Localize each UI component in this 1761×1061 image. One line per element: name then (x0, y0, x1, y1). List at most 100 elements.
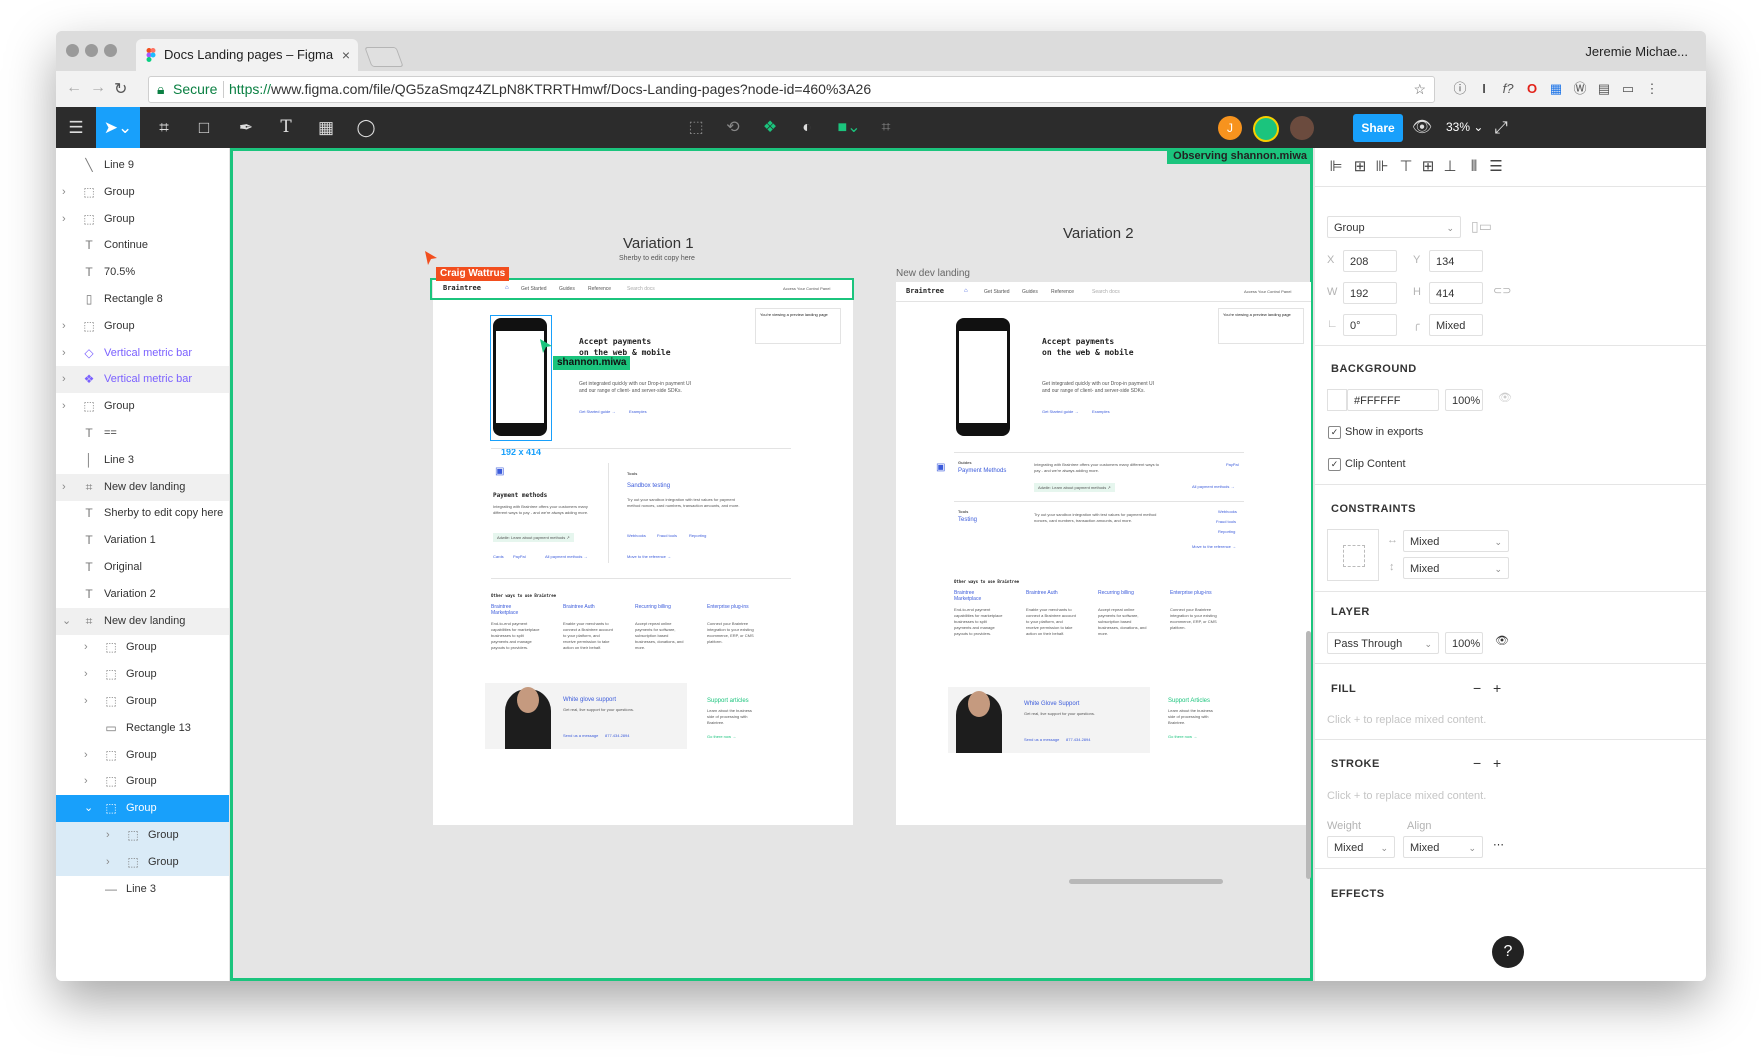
chevron-right-icon[interactable]: › (62, 474, 72, 501)
chevron-right-icon[interactable]: › (106, 822, 116, 849)
vertical-constraint-select[interactable]: Mixed ⌄ (1403, 557, 1509, 579)
chevron-right-icon[interactable]: › (84, 742, 94, 769)
width-field[interactable]: 192 (1343, 282, 1397, 304)
layer-row[interactable]: T Variation 1 (56, 527, 229, 554)
layer-row[interactable]: T == (56, 420, 229, 447)
show-exports-checkbox[interactable]: ✓ (1328, 426, 1341, 439)
layer-row[interactable]: › ⬚ Group (56, 179, 229, 206)
constraints-widget[interactable] (1327, 529, 1379, 581)
remove-stroke-icon[interactable]: − (1473, 755, 1481, 771)
layer-row[interactable]: › ⬚ Group (56, 768, 229, 795)
component-icon[interactable]: ❖ (755, 107, 785, 148)
function-extension-icon[interactable]: f? (1500, 81, 1516, 97)
layer-row[interactable]: T Continue (56, 232, 229, 259)
chevron-right-icon[interactable]: › (106, 849, 116, 876)
align-center-h-icon[interactable]: ⊞ (1351, 158, 1369, 176)
align-bottom-icon[interactable]: ⊥ (1441, 158, 1459, 176)
layer-row[interactable]: T Variation 2 (56, 581, 229, 608)
align-center-v-icon[interactable]: ⊞ (1419, 158, 1437, 176)
layer-row[interactable]: › ⬚ Group (56, 661, 229, 688)
mask-icon[interactable]: ⟲ (718, 107, 748, 148)
layer-row[interactable]: › ⬚ Group (56, 313, 229, 340)
distribute-v-icon[interactable]: ☰ (1487, 158, 1505, 176)
new-tab-button[interactable] (364, 47, 404, 67)
chevron-right-icon[interactable]: › (62, 179, 72, 206)
clip-content-checkbox[interactable]: ✓ (1328, 458, 1341, 471)
variation1-frame[interactable]: Braintree ⌂ Get Started Guides Reference… (430, 278, 854, 825)
rotation-field[interactable]: 0° (1343, 314, 1397, 336)
chevron-right-icon[interactable]: › (62, 206, 72, 233)
align-right-icon[interactable]: ⊪ (1373, 158, 1391, 176)
profile-name[interactable]: Jeremie Michae... (1585, 44, 1688, 59)
layer-row[interactable]: › ⬚ Group (56, 742, 229, 769)
add-fill-icon[interactable]: + (1493, 680, 1501, 696)
help-button[interactable]: ? (1492, 936, 1524, 968)
stroke-weight-select[interactable]: Mixed ⌄ (1327, 836, 1395, 858)
chevron-right-icon[interactable]: › (62, 393, 72, 420)
main-menu-icon[interactable]: ☰ (56, 107, 96, 148)
group-selection-icon[interactable]: ⬚ (681, 107, 711, 148)
fio-extension-icon[interactable]: ▤ (1596, 81, 1612, 97)
contrast-icon[interactable]: ◐ (792, 107, 822, 148)
canvas[interactable]: Observing shannon.miwa Variation 1 Sherb… (230, 148, 1313, 981)
layer-row[interactable]: — Line 3 (56, 876, 229, 903)
zoom-dropdown[interactable]: 33% ⌄ (1446, 107, 1483, 148)
crop-icon[interactable]: ⌗ (871, 107, 901, 148)
stroke-align-select[interactable]: Mixed ⌄ (1403, 836, 1483, 858)
layer-row[interactable]: › ❖ Vertical metric bar (56, 366, 229, 394)
chevron-right-icon[interactable]: › (84, 768, 94, 795)
stroke-more-icon[interactable]: ⋯ (1493, 838, 1504, 851)
layer-row[interactable]: ▯ Rectangle 8 (56, 286, 229, 313)
fullscreen-icon[interactable]: ⤢ (1481, 107, 1521, 148)
constrain-proportions-icon[interactable]: ⊂⊃ (1493, 284, 1511, 297)
layer-row[interactable]: › ◇ Vertical metric bar (56, 340, 229, 367)
chevron-right-icon[interactable]: › (84, 688, 94, 715)
distribute-h-icon[interactable]: ⫴ (1465, 158, 1483, 176)
observed-avatar[interactable] (1253, 116, 1279, 142)
avatar[interactable]: J (1218, 116, 1242, 140)
layer-row[interactable]: T Original (56, 554, 229, 581)
bg-opacity-field[interactable]: 100% (1445, 389, 1483, 411)
horizontal-constraint-select[interactable]: Mixed ⌄ (1403, 530, 1509, 552)
align-top-icon[interactable]: ⊤ (1397, 158, 1415, 176)
chevron-right-icon[interactable]: › (62, 313, 72, 340)
layer-row[interactable]: › ⬚ Group (56, 848, 229, 876)
variation2-frame[interactable]: Braintree ⌂ Get Started Guides Reference… (896, 282, 1311, 825)
user-avatar[interactable] (1290, 116, 1314, 140)
layer-row[interactable]: › ⬚ Group (56, 634, 229, 661)
layer-row[interactable]: › ⌗ New dev landing (56, 473, 229, 501)
info-extension-icon[interactable]: ⓘ (1452, 81, 1468, 97)
chat-extension-icon[interactable]: ▭ (1620, 81, 1636, 97)
layer-row[interactable]: ╲ Line 9 (56, 152, 229, 179)
chevron-right-icon[interactable]: › (84, 634, 94, 661)
blend-mode-select[interactable]: Pass Through ⌄ (1327, 632, 1439, 654)
bg-color-field[interactable]: #FFFFFF (1347, 389, 1439, 411)
cursor-extension-icon[interactable]: I (1476, 81, 1492, 97)
comment-tool-icon[interactable]: ◯ (346, 107, 386, 148)
chevron-down-icon[interactable]: ⌄ (62, 608, 72, 635)
chevron-right-icon[interactable]: › (62, 366, 72, 393)
reload-icon[interactable]: ↻ (114, 79, 127, 99)
close-window-button[interactable] (66, 44, 79, 57)
layer-row[interactable]: › ⬚ Group (56, 822, 229, 849)
chevron-right-icon[interactable]: › (62, 340, 72, 367)
layer-visibility-eye-icon[interactable]: 👁︎ (1495, 634, 1509, 647)
url-field[interactable]: 🔒︎ Secure https://www.figma.com/file/QG5… (148, 76, 1435, 103)
share-button[interactable]: Share (1353, 114, 1403, 142)
horizontal-scrollbar[interactable] (1069, 879, 1223, 884)
preview-eye-icon[interactable]: 👁︎ (1402, 107, 1442, 148)
layer-row[interactable]: │ Line 3 (56, 447, 229, 474)
layer-row[interactable]: ⌄ ⬚ Group (56, 795, 229, 823)
wordpress-extension-icon[interactable]: Ⓦ (1572, 81, 1588, 97)
x-field[interactable]: 208 (1343, 250, 1397, 272)
browser-tab[interactable]: Docs Landing pages – Figma × (136, 39, 358, 71)
layer-opacity-field[interactable]: 100% (1445, 632, 1483, 654)
add-stroke-icon[interactable]: + (1493, 755, 1501, 771)
maximize-window-button[interactable] (104, 44, 117, 57)
move-tool-icon[interactable]: ➤⌄ (96, 107, 140, 148)
pen-tool-icon[interactable]: ✒ (226, 107, 266, 148)
vertical-scrollbar[interactable] (1306, 631, 1311, 879)
layer-row[interactable]: ▭ Rectangle 13 (56, 715, 229, 742)
layer-row[interactable]: ⌄ ⌗ New dev landing (56, 607, 229, 635)
layer-row[interactable]: T Sherby to edit copy here (56, 500, 229, 527)
